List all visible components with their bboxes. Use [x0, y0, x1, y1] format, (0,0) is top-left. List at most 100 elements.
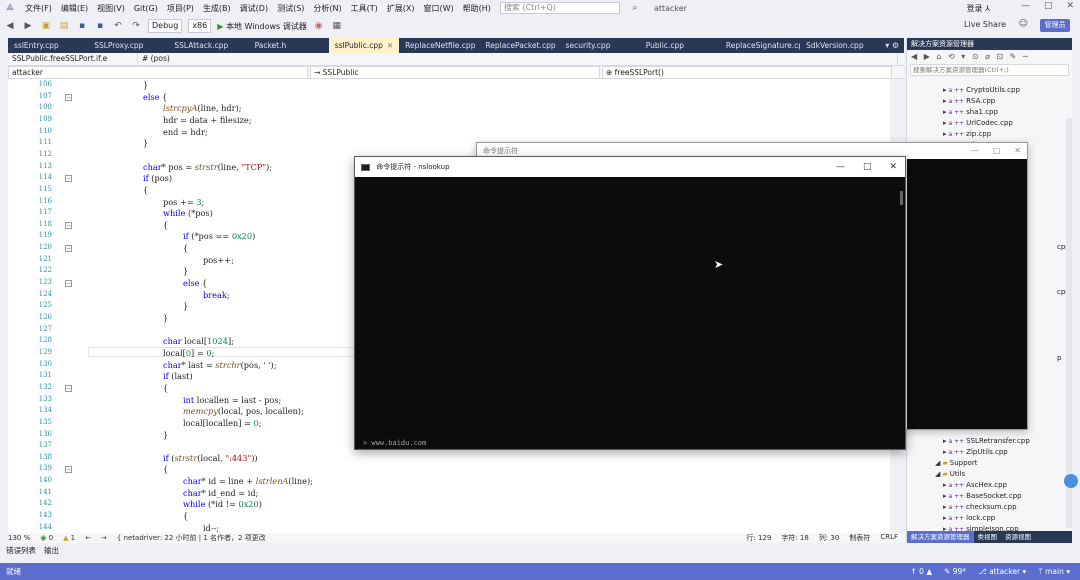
- git-branch-status[interactable]: ᛘ main ▾: [1038, 567, 1070, 576]
- open-folder-icon[interactable]: ▤: [58, 20, 70, 32]
- code-line[interactable]: char* id = line + lstrlenA(line);: [183, 476, 313, 486]
- code-line[interactable]: }: [163, 430, 168, 440]
- tree-file[interactable]: ▸ a ++ SSLRetransfer.cpp: [943, 437, 1030, 445]
- tab-file[interactable]: ReplacePacket.cpp: [479, 38, 559, 53]
- tabs-indicator[interactable]: 制表符: [849, 533, 870, 543]
- solution-scrollbar[interactable]: [1066, 118, 1072, 528]
- class-dropdown[interactable]: → SSLPublic: [310, 66, 600, 79]
- tab-file[interactable]: SSLProxy.cpp: [88, 38, 168, 53]
- code-line[interactable]: char* last = strchr(pos, ' ');: [163, 360, 276, 370]
- config-select[interactable]: Debug: [148, 19, 183, 33]
- code-line[interactable]: break;: [203, 290, 230, 300]
- sign-in-link[interactable]: 登录 ⅄: [967, 3, 990, 14]
- codelens-info[interactable]: { netadriver: 22 小时前 | 1 名作者，2 项更改: [117, 533, 266, 543]
- code-line[interactable]: pos++;: [203, 255, 234, 265]
- tree-file[interactable]: ▸ a ++ AscHex.cpp: [943, 481, 1007, 489]
- console-back-minimize-button[interactable]: —: [971, 143, 979, 159]
- tab-solution-explorer[interactable]: 解决方案资源管理器: [907, 531, 974, 543]
- collapse-arrow-icon[interactable]: ▸: [943, 503, 947, 511]
- menu-item[interactable]: 测试(S): [277, 3, 304, 14]
- back-icon[interactable]: ◀: [4, 20, 16, 32]
- live-share-button[interactable]: Live Share: [964, 20, 1006, 29]
- code-line[interactable]: {: [163, 464, 168, 474]
- console-back-close-button[interactable]: ✕: [1014, 143, 1021, 159]
- console-window[interactable]: 命令提示符 - nslookup — □ ✕ > www.baidu.com: [354, 156, 906, 450]
- collapse-arrow-icon[interactable]: ▸: [943, 97, 947, 105]
- zoom-level[interactable]: 130 %: [8, 534, 30, 542]
- console-titlebar[interactable]: 命令提示符 - nslookup — □ ✕: [355, 157, 905, 177]
- console-back-body[interactable]: [907, 159, 1027, 429]
- git-push-status[interactable]: ↑ 0 ▲: [911, 567, 933, 576]
- tree-folder[interactable]: ◢ ▰ Support: [935, 459, 977, 467]
- menu-item[interactable]: 生成(B): [203, 3, 231, 14]
- code-line[interactable]: if (last): [163, 371, 193, 381]
- tab-file[interactable]: Public.cpp: [640, 38, 720, 53]
- tree-folder[interactable]: ◢ ▰ Utils: [935, 470, 965, 478]
- menu-item[interactable]: 扩展(X): [387, 3, 415, 14]
- code-line[interactable]: memcpy(local, pos, locallen);: [183, 406, 304, 416]
- collapse-arrow-icon[interactable]: ▸: [943, 86, 947, 94]
- code-line[interactable]: pos += 3;: [163, 197, 204, 207]
- collapse-arrow-icon[interactable]: ▸: [943, 448, 947, 456]
- console-close-button[interactable]: ✕: [889, 157, 897, 177]
- code-line[interactable]: end = hdr;: [163, 127, 208, 137]
- nav-forward-icon[interactable]: →: [101, 534, 107, 542]
- git-repo-status[interactable]: ⎇ attacker ▾: [978, 567, 1026, 576]
- code-line[interactable]: char* pos = strstr(line, "TCP");: [143, 162, 272, 172]
- code-line[interactable]: }: [163, 313, 168, 323]
- menu-item[interactable]: 窗口(W): [424, 3, 454, 14]
- menu-item[interactable]: 帮助(H): [463, 3, 491, 14]
- minimize-button[interactable]: —: [1021, 1, 1030, 11]
- tree-file[interactable]: ▸ a ++ sha1.cpp: [943, 108, 998, 116]
- expand-icon[interactable]: ◢: [935, 459, 940, 467]
- project-dropdown[interactable]: attacker: [8, 66, 308, 79]
- code-line[interactable]: while (*pos): [163, 208, 213, 218]
- tree-file[interactable]: ▸ a ++ checksum.cpp: [943, 503, 1017, 511]
- eol-indicator[interactable]: CRLF: [880, 533, 898, 543]
- collapse-arrow-icon[interactable]: ▸: [943, 481, 947, 489]
- solution-search-input[interactable]: 搜索解决方案资源管理器(Ctrl+;): [910, 64, 1069, 76]
- maximize-button[interactable]: □: [1044, 1, 1053, 11]
- tab-file[interactable]: ReplaceNetfile.cpp: [399, 38, 479, 53]
- tab-file[interactable]: Packet.h: [249, 38, 329, 53]
- save-all-icon[interactable]: ▪: [94, 20, 106, 32]
- code-line[interactable]: id--;: [203, 523, 219, 533]
- collapse-arrow-icon[interactable]: ▸: [943, 130, 947, 138]
- code-line[interactable]: {: [183, 511, 188, 521]
- scope-dropdown[interactable]: SSLPublic.freeSSLPort.if.e: [8, 52, 138, 66]
- console-minimize-button[interactable]: —: [836, 157, 845, 177]
- save-icon[interactable]: ▪: [76, 20, 88, 32]
- code-line[interactable]: }: [143, 138, 148, 148]
- symbol-dropdown[interactable]: # (pos): [138, 52, 898, 66]
- code-line[interactable]: if (strstr(local, ":443")): [163, 453, 258, 463]
- platform-select[interactable]: x86: [188, 19, 212, 33]
- code-line[interactable]: int locallen = last - pos;: [183, 395, 281, 405]
- code-line[interactable]: local[0] = 0;: [163, 348, 214, 358]
- collapse-arrow-icon[interactable]: ▸: [943, 514, 947, 522]
- admin-badge[interactable]: 管理员: [1040, 19, 1070, 32]
- code-line[interactable]: char* id_end = id;: [183, 488, 258, 498]
- collapse-arrow-icon[interactable]: ▸: [943, 492, 947, 500]
- tab-file[interactable]: sslEntry.cpp: [8, 38, 88, 53]
- nav-back-icon[interactable]: ←: [85, 534, 91, 542]
- search-input[interactable]: 搜索 (Ctrl+Q): [499, 2, 620, 14]
- tab-overflow-icon[interactable]: ▾ ⚙: [880, 38, 904, 53]
- tab-error-list[interactable]: 错误列表: [6, 545, 36, 556]
- code-line[interactable]: char local[1024];: [163, 336, 234, 346]
- search-icon[interactable]: ⌕: [629, 2, 641, 14]
- tab-file[interactable]: SSLAttack.cpp: [168, 38, 248, 53]
- tab-file[interactable]: security.cpp: [560, 38, 640, 53]
- collapse-arrow-icon[interactable]: ▸: [943, 108, 947, 116]
- close-button[interactable]: ✕: [1066, 1, 1074, 11]
- solution-explorer-toolbar[interactable]: ◀ ▶ ⌂ ⟲ ▾ ⊙ ⌀ ⊡ ✎ ─: [907, 50, 1072, 64]
- menu-item[interactable]: 编辑(E): [61, 3, 88, 14]
- code-line[interactable]: {: [143, 185, 148, 195]
- code-line[interactable]: else {: [143, 92, 167, 102]
- tab-file[interactable]: SdkVersion.cpp: [800, 38, 880, 53]
- menu-item[interactable]: 工具(T): [351, 3, 378, 14]
- person-icon[interactable]: ☺: [1019, 19, 1028, 29]
- code-line[interactable]: lstrcpyA(line, hdr);: [163, 103, 242, 113]
- code-line[interactable]: }: [183, 266, 188, 276]
- code-line[interactable]: if (pos): [143, 173, 172, 183]
- code-line[interactable]: }: [143, 80, 148, 90]
